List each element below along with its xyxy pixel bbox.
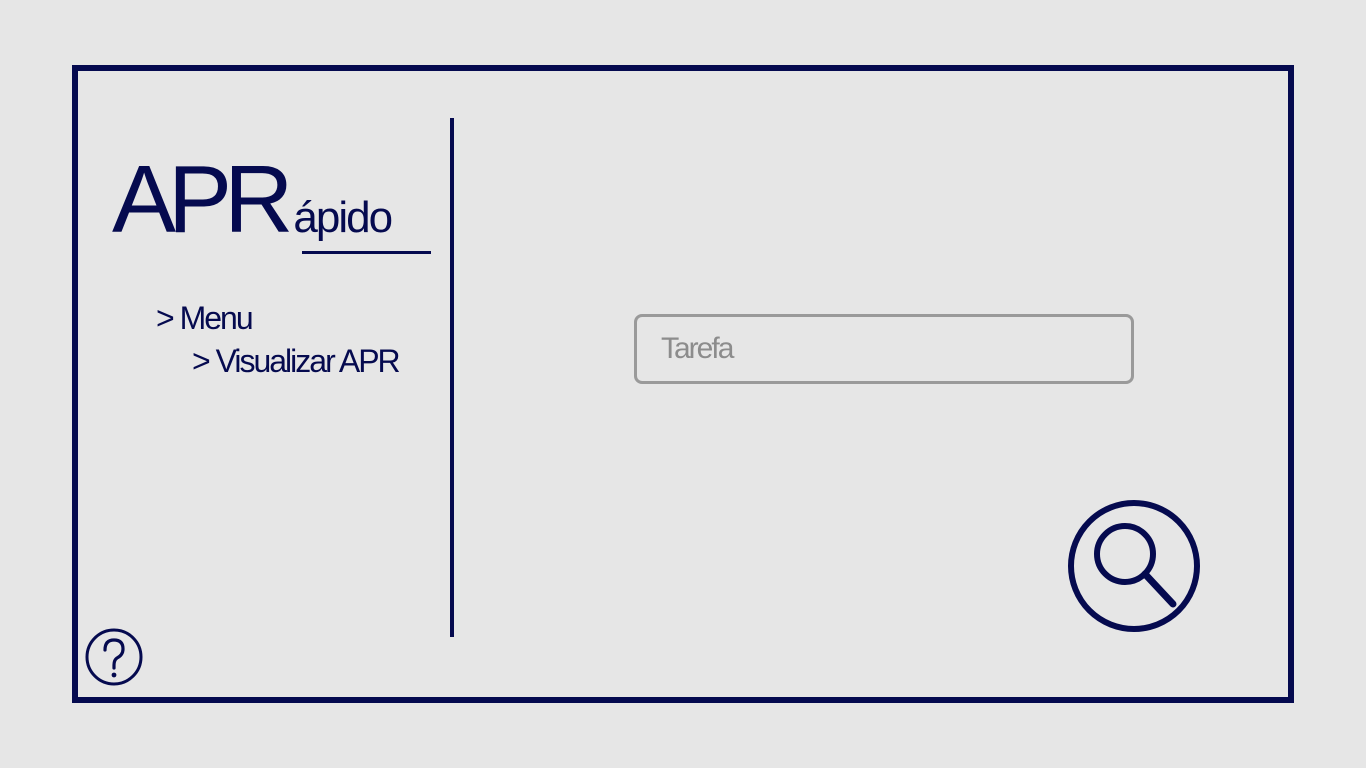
logo-main-text: APR: [112, 146, 293, 253]
app-logo: APR ápido: [112, 146, 393, 253]
tarefa-search-input[interactable]: [634, 314, 1134, 384]
nav-menu-link[interactable]: > Menu: [156, 302, 254, 334]
nav-visualizar-apr-link[interactable]: > Visualizar APR: [192, 345, 401, 377]
logo-sub-text: ápido: [293, 193, 393, 242]
search-button[interactable]: [1066, 498, 1202, 634]
logo-underline: [302, 251, 431, 254]
sidebar-divider: [450, 118, 454, 637]
help-button[interactable]: [84, 627, 144, 687]
question-mark-icon: [85, 628, 143, 686]
search-icon: [1068, 500, 1200, 632]
